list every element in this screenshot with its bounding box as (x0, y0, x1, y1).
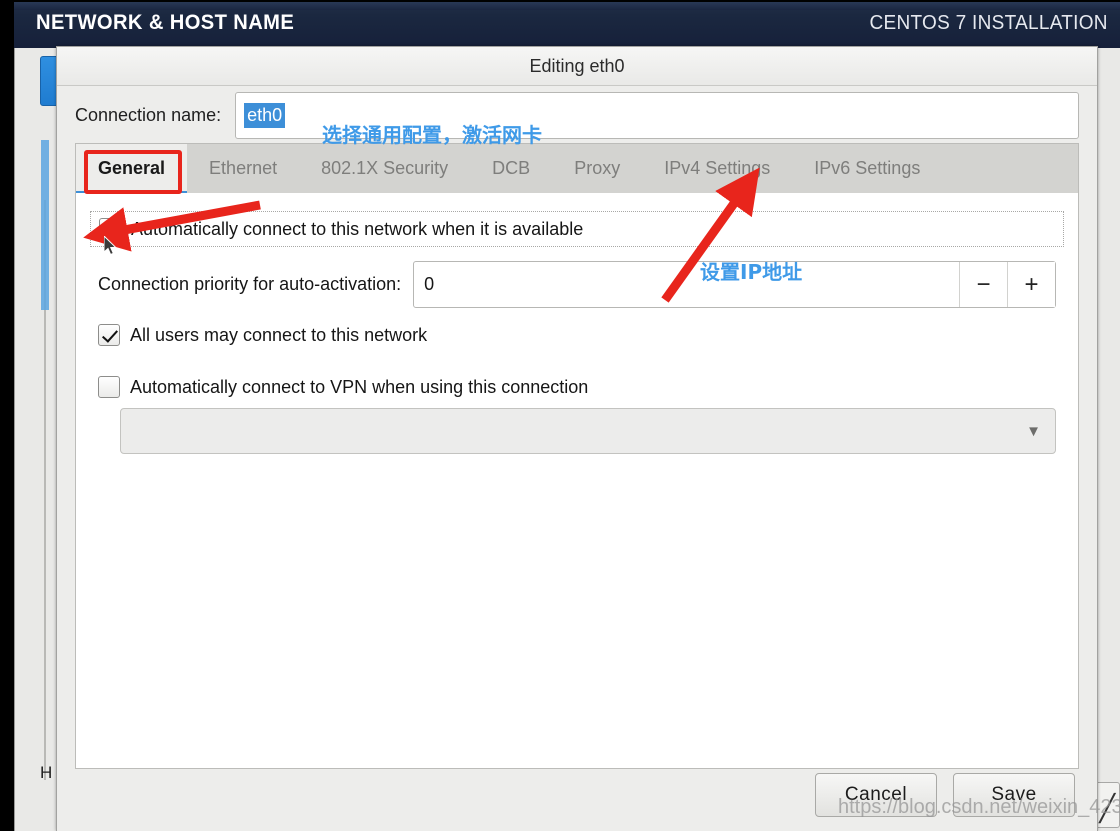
connection-name-label: Connection name: (75, 105, 222, 125)
vpn-connection-select[interactable]: ▼ (120, 408, 1056, 454)
tab-dcb[interactable]: DCB (470, 144, 552, 193)
dialog-title: Editing eth0 (529, 56, 625, 76)
all-users-label: All users may connect to this network (130, 324, 428, 345)
tab-proxy[interactable]: Proxy (552, 144, 642, 193)
auto-connect-row[interactable]: Automatically connect to this network wh… (90, 211, 1064, 247)
connection-name-row: Connection name: eth0 (57, 86, 1097, 143)
cancel-button[interactable]: Cancel (815, 773, 937, 817)
connection-name-value: eth0 (244, 103, 286, 128)
tab-general-label: General (98, 158, 166, 178)
editing-connection-dialog: Editing eth0 Connection name: eth0 Gener… (56, 46, 1098, 831)
installer-header: NETWORK & HOST NAME CENTOS 7 INSTALLATIO… (14, 2, 1120, 48)
settings-tabbar: General Ethernet 802.1X Security DCB Pro… (75, 143, 1079, 195)
installer-product-label: CENTOS 7 INSTALLATION (869, 12, 1108, 34)
tab-ethernet-label: Ethernet (209, 158, 278, 178)
tab-ipv6-settings[interactable]: IPv6 Settings (792, 144, 942, 193)
connection-priority-label: Connection priority for auto-activation: (98, 274, 402, 294)
tab-dcb-label: DCB (492, 158, 531, 178)
connection-priority-stepper[interactable]: 0 − + (413, 261, 1056, 308)
auto-connect-vpn-label: Automatically connect to VPN when using … (130, 376, 589, 397)
auto-connect-vpn-row[interactable]: Automatically connect to VPN when using … (90, 376, 1064, 398)
all-users-checkbox[interactable] (98, 324, 120, 346)
auto-connect-checkbox[interactable] (99, 218, 121, 240)
tab-ipv4-settings[interactable]: IPv4 Settings (642, 144, 792, 193)
screen: H ╱ NETWORK & HOST NAME CENTOS 7 INSTALL… (0, 0, 1120, 831)
connection-name-input[interactable]: eth0 (235, 92, 1079, 139)
connection-priority-value[interactable]: 0 (414, 262, 959, 307)
tab-ipv4-settings-label: IPv4 Settings (664, 158, 771, 178)
page-title: NETWORK & HOST NAME (36, 11, 295, 34)
general-tab-panel: Automatically connect to this network wh… (75, 193, 1079, 769)
chevron-down-icon: ▼ (1026, 422, 1041, 440)
dialog-footer: Cancel Save (57, 769, 1097, 831)
tab-general[interactable]: General (76, 144, 188, 195)
tab-ethernet[interactable]: Ethernet (187, 144, 299, 193)
tab-proxy-label: Proxy (574, 158, 621, 178)
save-button[interactable]: Save (953, 773, 1075, 817)
background-partial-label: H (40, 763, 53, 782)
pencil-icon: ╱ (1099, 793, 1115, 823)
tab-ipv6-settings-label: IPv6 Settings (814, 158, 921, 178)
tab-8021x-security[interactable]: 802.1X Security (299, 144, 470, 193)
background-accent-strip (41, 140, 49, 310)
connection-priority-row: Connection priority for auto-activation:… (90, 261, 1064, 308)
plus-icon[interactable]: + (1007, 262, 1055, 307)
dialog-titlebar: Editing eth0 (57, 47, 1097, 86)
all-users-row[interactable]: All users may connect to this network (90, 324, 1064, 346)
auto-connect-vpn-checkbox[interactable] (98, 376, 120, 398)
minus-icon[interactable]: − (959, 262, 1007, 307)
auto-connect-label: Automatically connect to this network wh… (131, 218, 584, 239)
tab-8021x-security-label: 802.1X Security (321, 158, 449, 178)
